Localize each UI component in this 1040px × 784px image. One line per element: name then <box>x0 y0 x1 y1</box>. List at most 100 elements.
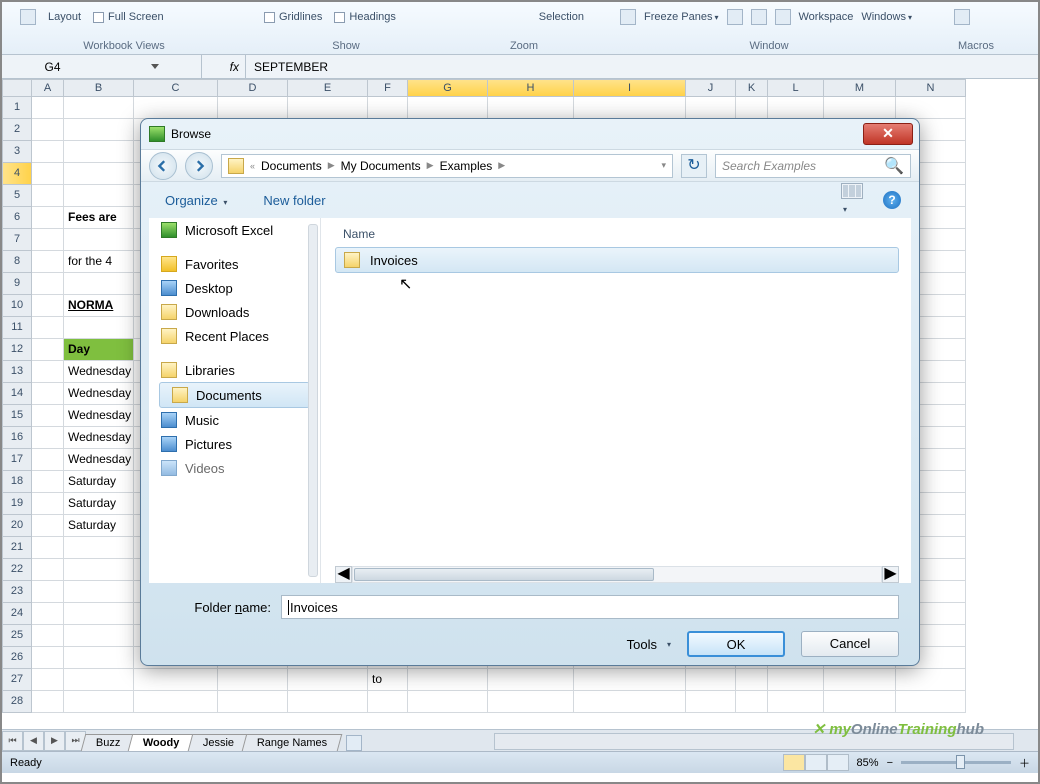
row-28[interactable]: 28 <box>2 691 32 713</box>
row-20[interactable]: 20 <box>2 515 32 537</box>
headings-toggle[interactable]: Headings <box>334 11 395 23</box>
help-icon[interactable]: ? <box>883 191 901 209</box>
close-button[interactable]: ✕ <box>863 123 913 145</box>
tree-favorites[interactable]: Favorites <box>149 252 320 276</box>
col-N[interactable]: N <box>896 79 966 97</box>
row-16[interactable]: 16 <box>2 427 32 449</box>
layout-view-btn[interactable] <box>805 754 827 771</box>
tree-videos[interactable]: Videos <box>149 456 320 480</box>
zoom-out-btn[interactable]: − <box>887 757 893 769</box>
tree-pictures[interactable]: Pictures <box>149 432 320 456</box>
row-2[interactable]: 2 <box>2 119 32 141</box>
row-24[interactable]: 24 <box>2 603 32 625</box>
tab-woody[interactable]: Woody <box>128 734 195 751</box>
split-icon[interactable] <box>727 9 743 25</box>
zoom-in-btn[interactable]: ＋ <box>1019 755 1030 771</box>
tab-jessie[interactable]: Jessie <box>188 734 250 751</box>
tree-desktop[interactable]: Desktop <box>149 276 320 300</box>
refresh-button[interactable]: ↻ <box>681 154 707 178</box>
foldername-input[interactable]: Invoices <box>281 595 899 619</box>
zoom-selection-btn[interactable]: Selection <box>539 11 584 23</box>
tree-libraries[interactable]: Libraries <box>149 358 320 382</box>
organize-menu[interactable]: Organize ▾ <box>165 193 227 208</box>
row-27[interactable]: 27 <box>2 669 32 691</box>
crumb-mydocuments[interactable]: My Documents <box>341 159 421 173</box>
fullscreen-toggle[interactable]: Full Screen <box>93 11 164 23</box>
row-6[interactable]: 6 <box>2 207 32 229</box>
column-name-header[interactable]: Name <box>335 224 899 247</box>
formula-input[interactable]: SEPTEMBER <box>246 60 1038 74</box>
col-M[interactable]: M <box>824 79 896 97</box>
tree-downloads[interactable]: Downloads <box>149 300 320 324</box>
col-F[interactable]: F <box>368 79 408 97</box>
list-item[interactable]: Invoices <box>335 247 899 273</box>
col-C[interactable]: C <box>134 79 218 97</box>
tree-documents[interactable]: Documents <box>159 382 310 408</box>
col-B[interactable]: B <box>64 79 134 97</box>
zoom-percent[interactable]: 85% <box>857 757 879 769</box>
row-14[interactable]: 14 <box>2 383 32 405</box>
col-K[interactable]: K <box>736 79 768 97</box>
row-11[interactable]: 11 <box>2 317 32 339</box>
tree-msexcel[interactable]: Microsoft Excel <box>149 218 320 242</box>
row-21[interactable]: 21 <box>2 537 32 559</box>
row-15[interactable]: 15 <box>2 405 32 427</box>
zoom-slider[interactable] <box>901 761 1011 764</box>
row-23[interactable]: 23 <box>2 581 32 603</box>
tab-range-names[interactable]: Range Names <box>242 734 343 751</box>
workspace-btn[interactable]: Workspace <box>799 11 854 23</box>
dialog-titlebar[interactable]: Browse ✕ <box>141 119 919 149</box>
view-options-btn[interactable]: ▾ <box>841 183 863 217</box>
hide-icon[interactable] <box>751 9 767 25</box>
row-8[interactable]: 8 <box>2 251 32 273</box>
layout-btn[interactable]: Layout <box>48 11 81 23</box>
tab-nav-arrows[interactable]: ⏮◀▶⏭ <box>2 731 86 751</box>
row-3[interactable]: 3 <box>2 141 32 163</box>
row-5[interactable]: 5 <box>2 185 32 207</box>
search-input[interactable]: Search Examples 🔍 <box>715 154 911 178</box>
col-A[interactable]: A <box>32 79 64 97</box>
row-26[interactable]: 26 <box>2 647 32 669</box>
gridlines-toggle[interactable]: Gridlines <box>264 11 322 23</box>
row-13[interactable]: 13 <box>2 361 32 383</box>
forward-button[interactable] <box>185 152 213 180</box>
crumb-documents[interactable]: Documents <box>261 159 322 173</box>
col-E[interactable]: E <box>288 79 368 97</box>
macros-icon[interactable] <box>954 9 970 25</box>
ok-button[interactable]: OK <box>687 631 785 657</box>
crumb-examples[interactable]: Examples <box>440 159 493 173</box>
row-19[interactable]: 19 <box>2 493 32 515</box>
name-dropdown-icon[interactable] <box>151 64 159 69</box>
tree-recent[interactable]: Recent Places <box>149 324 320 348</box>
row-7[interactable]: 7 <box>2 229 32 251</box>
row-10[interactable]: 10 <box>2 295 32 317</box>
row-25[interactable]: 25 <box>2 625 32 647</box>
pagebreak-view-btn[interactable] <box>827 754 849 771</box>
fx-button[interactable]: fx <box>202 55 246 78</box>
select-all-corner[interactable] <box>2 79 32 97</box>
col-D[interactable]: D <box>218 79 288 97</box>
col-L[interactable]: L <box>768 79 824 97</box>
col-H[interactable]: H <box>488 79 574 97</box>
row-12[interactable]: 12 <box>2 339 32 361</box>
back-button[interactable] <box>149 152 177 180</box>
view-mode-buttons[interactable] <box>783 754 849 771</box>
cancel-button[interactable]: Cancel <box>801 631 899 657</box>
windows-btn[interactable]: Windows▾ <box>861 11 912 23</box>
row-18[interactable]: 18 <box>2 471 32 493</box>
col-G[interactable]: G <box>408 79 488 97</box>
name-box[interactable]: G4 <box>2 55 202 78</box>
row-1[interactable]: 1 <box>2 97 32 119</box>
nav-tree[interactable]: Microsoft Excel Favorites Desktop Downlo… <box>149 218 321 583</box>
breadcrumb[interactable]: « Documents▶ My Documents▶ Examples▶ ▾ <box>221 154 673 178</box>
layout-icon[interactable] <box>20 9 36 25</box>
list-hscroll[interactable]: ◀▶ <box>335 565 899 583</box>
tree-music[interactable]: Music <box>149 408 320 432</box>
new-folder-btn[interactable]: New folder <box>263 193 325 208</box>
tools-menu[interactable]: Tools▾ <box>627 637 671 652</box>
col-J[interactable]: J <box>686 79 736 97</box>
row-9[interactable]: 9 <box>2 273 32 295</box>
row-4[interactable]: 4 <box>2 163 32 185</box>
row-22[interactable]: 22 <box>2 559 32 581</box>
new-sheet-icon[interactable] <box>346 735 362 751</box>
